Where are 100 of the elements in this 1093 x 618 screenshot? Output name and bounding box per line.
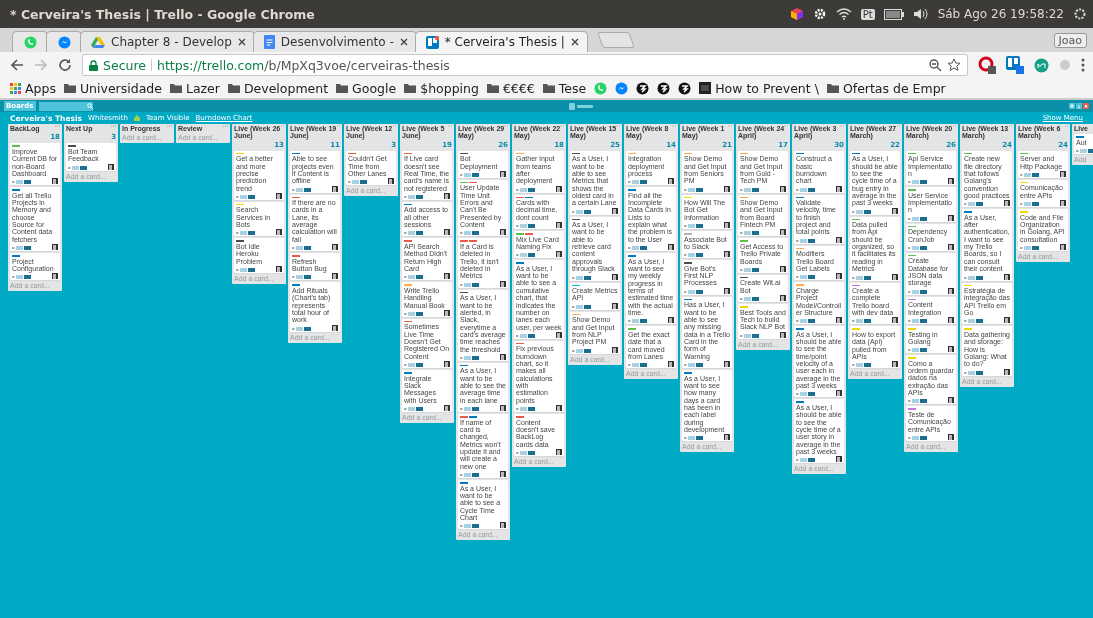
clock[interactable]: Sáb Ago 26 19:58:22: [937, 7, 1064, 21]
member-avatar[interactable]: [836, 456, 842, 463]
member-avatar[interactable]: [1060, 200, 1066, 207]
member-avatar[interactable]: [724, 361, 730, 368]
member-avatar[interactable]: [724, 434, 730, 441]
member-avatar[interactable]: [948, 346, 954, 353]
member-avatar[interactable]: [500, 353, 506, 360]
member-avatar[interactable]: [276, 229, 282, 236]
member-avatar[interactable]: [724, 287, 730, 294]
member-avatar[interactable]: [612, 346, 618, 353]
bookmark-folder[interactable]: Development: [227, 80, 329, 96]
member-avatar[interactable]: [836, 185, 842, 192]
bookmark-folder[interactable]: $hopping: [404, 80, 479, 96]
member-avatar[interactable]: [836, 317, 842, 324]
member-avatar[interactable]: [892, 317, 898, 324]
wifi-icon[interactable]: [835, 8, 852, 20]
member-avatar[interactable]: [948, 287, 954, 294]
member-avatar[interactable]: [948, 214, 954, 221]
member-avatar[interactable]: [332, 244, 338, 251]
volume-icon[interactable]: [912, 8, 929, 20]
member-avatar[interactable]: [780, 265, 786, 272]
address-field[interactable]: Secure https://trello.com/b/MpXq3voe/cerveiras-thesis: [82, 54, 968, 76]
card-label[interactable]: [404, 320, 412, 323]
extension-icon[interactable]: [978, 56, 996, 74]
member-avatar[interactable]: [556, 251, 562, 258]
member-avatar[interactable]: [556, 449, 562, 455]
bookmark-folder[interactable]: €€€€: [486, 80, 535, 96]
member-avatar[interactable]: [500, 405, 506, 412]
member-avatar[interactable]: [780, 295, 786, 302]
card-label[interactable]: [469, 181, 477, 184]
member-avatar[interactable]: [332, 324, 338, 331]
member-avatar[interactable]: [556, 222, 562, 229]
member-avatar[interactable]: [500, 229, 506, 236]
card-label[interactable]: [292, 152, 300, 155]
board-icon[interactable]: [1006, 56, 1024, 74]
member-avatar[interactable]: [1004, 368, 1010, 375]
card-label[interactable]: [516, 342, 524, 345]
member-avatar[interactable]: [500, 522, 506, 529]
card-label[interactable]: [525, 196, 533, 199]
member-avatar[interactable]: [1060, 243, 1066, 250]
member-avatar[interactable]: [1004, 317, 1010, 324]
gear-icon[interactable]: [812, 7, 827, 21]
card-label[interactable]: [572, 152, 580, 155]
member-avatar[interactable]: [556, 185, 562, 192]
member-avatar[interactable]: [1004, 273, 1010, 280]
back-icon[interactable]: [10, 58, 24, 72]
member-avatar[interactable]: [388, 178, 394, 185]
member-avatar[interactable]: [500, 170, 506, 177]
card-label[interactable]: [292, 196, 300, 199]
browser-tab[interactable]: Chapter 8 - Develop: [80, 31, 255, 52]
zoom-icon[interactable]: [929, 58, 942, 72]
member-avatar[interactable]: [1060, 170, 1066, 177]
browser-tab[interactable]: [46, 31, 82, 52]
card-label[interactable]: [684, 298, 692, 301]
card-label[interactable]: [852, 152, 860, 155]
member-avatar[interactable]: [52, 178, 58, 185]
member-avatar[interactable]: [836, 390, 842, 397]
member-avatar[interactable]: [668, 361, 674, 368]
member-avatar[interactable]: [1004, 200, 1010, 207]
profile-button[interactable]: Joao: [1053, 33, 1087, 48]
member-avatar[interactable]: [276, 265, 282, 272]
bookmark-folder[interactable]: Universidade: [63, 80, 162, 96]
member-avatar[interactable]: [948, 433, 954, 440]
member-avatar[interactable]: [332, 273, 338, 280]
member-avatar[interactable]: [444, 192, 450, 199]
menu-icon[interactable]: [1081, 58, 1085, 72]
card-label[interactable]: [516, 196, 524, 199]
member-avatar[interactable]: [108, 163, 114, 170]
member-avatar[interactable]: [444, 229, 450, 236]
close-icon[interactable]: [237, 38, 246, 46]
member-avatar[interactable]: [332, 185, 338, 192]
member-avatar[interactable]: [780, 331, 786, 338]
member-avatar[interactable]: [892, 273, 898, 280]
reload-icon[interactable]: [58, 58, 72, 72]
card-label[interactable]: [348, 152, 356, 155]
member-avatar[interactable]: [444, 309, 450, 316]
power-icon[interactable]: [1073, 7, 1087, 21]
member-avatar[interactable]: [836, 273, 842, 280]
star-icon[interactable]: [947, 58, 961, 72]
bookmark-folder[interactable]: Lazer: [169, 80, 220, 96]
member-avatar[interactable]: [444, 404, 450, 411]
member-avatar[interactable]: [836, 236, 842, 243]
card-label[interactable]: [796, 196, 804, 199]
member-avatar[interactable]: [444, 361, 450, 368]
member-avatar[interactable]: [612, 273, 618, 280]
browser-tab[interactable]: Desenvolvimento -: [252, 31, 417, 52]
card-label[interactable]: [460, 364, 468, 367]
member-avatar[interactable]: [668, 178, 674, 185]
member-avatar[interactable]: [724, 185, 730, 192]
bookmark[interactable]: How to Prevent \: [699, 80, 819, 96]
member-avatar[interactable]: [500, 471, 506, 478]
cube-icon[interactable]: [789, 7, 804, 21]
member-avatar[interactable]: [668, 317, 674, 324]
member-avatar[interactable]: [948, 317, 954, 323]
member-avatar[interactable]: [52, 244, 58, 251]
member-avatar[interactable]: [612, 207, 618, 214]
bookmark[interactable]: Apps: [10, 80, 56, 96]
member-avatar[interactable]: [444, 273, 450, 280]
member-avatar[interactable]: [892, 207, 898, 214]
hook-icon[interactable]: [636, 81, 650, 95]
